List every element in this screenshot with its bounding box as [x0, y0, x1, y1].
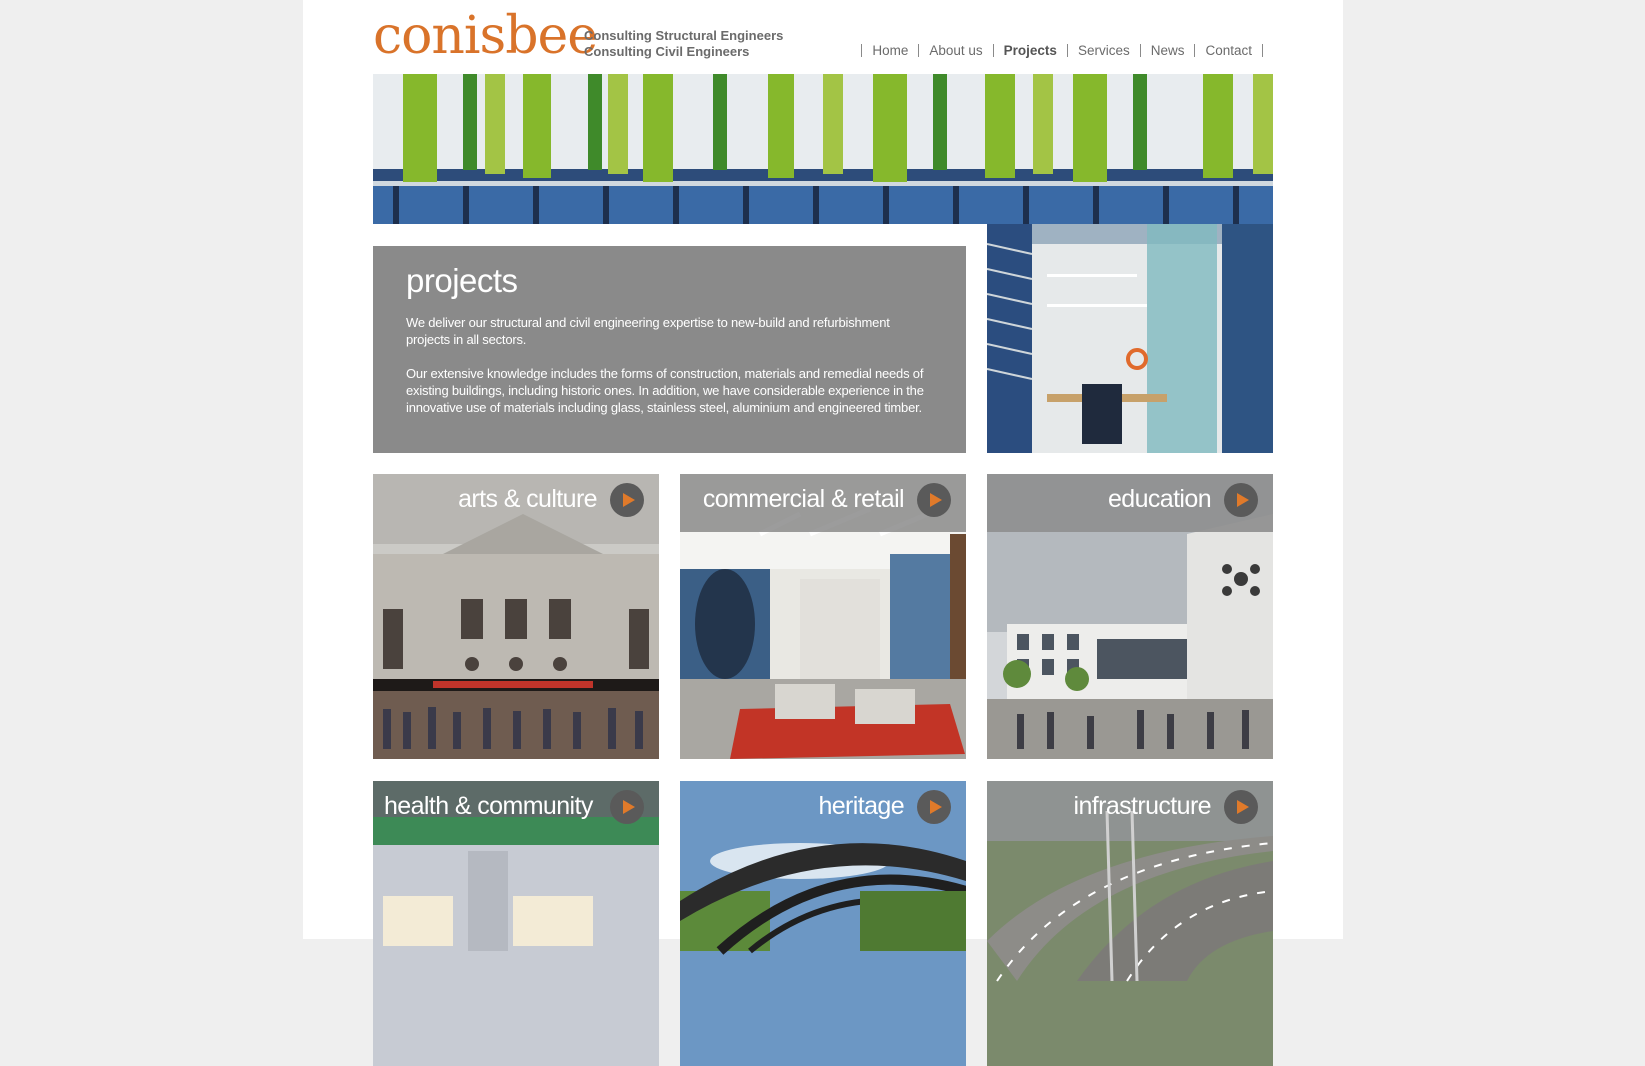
tile-label: education	[1107, 485, 1212, 513]
page-title: projects	[406, 262, 518, 299]
page: conisbee Consulting Structural Engineers…	[303, 0, 1343, 1066]
tile-arts-culture[interactable]: arts & culture	[373, 474, 659, 759]
play-arrow-icon[interactable]	[917, 790, 951, 824]
play-arrow-icon[interactable]	[917, 483, 951, 517]
tile-label: health & community	[384, 792, 593, 820]
nav-news[interactable]: News	[1151, 43, 1185, 58]
nav-divider	[1139, 44, 1141, 57]
nav-divider	[918, 44, 920, 57]
play-arrow-icon[interactable]	[610, 483, 644, 517]
tagline-structural: Consulting Structural Engineers	[584, 28, 784, 43]
tile-heritage[interactable]: heritage	[680, 781, 966, 1066]
main-nav: Home About us Projects Services News Con…	[851, 43, 1273, 58]
nav-divider	[1194, 44, 1196, 57]
tile-commercial-retail[interactable]: commercial & retail	[680, 474, 966, 759]
nav-about-us[interactable]: About us	[929, 43, 982, 58]
facade-fins-graphic	[373, 74, 1273, 224]
tile-health-community[interactable]: health & community	[373, 781, 659, 1066]
nav-contact[interactable]: Contact	[1205, 43, 1252, 58]
tile-label: arts & culture	[458, 485, 597, 513]
conisbee-logo[interactable]: conisbee	[373, 6, 598, 66]
nav-home[interactable]: Home	[872, 43, 908, 58]
tile-label: heritage	[818, 792, 904, 820]
tile-label: infrastructure	[1073, 792, 1212, 820]
intro-paragraph-2: Our extensive knowledge includes the for…	[406, 366, 924, 415]
tile-education[interactable]: education	[987, 474, 1273, 759]
play-arrow-icon[interactable]	[1224, 483, 1258, 517]
tile-infrastructure[interactable]: infrastructure	[987, 781, 1273, 1066]
play-arrow-icon[interactable]	[1224, 790, 1258, 824]
tagline-civil: Consulting Civil Engineers	[584, 44, 750, 59]
tagline: Consulting Structural Engineers Consulti…	[584, 28, 783, 60]
nav-services[interactable]: Services	[1078, 43, 1130, 58]
nav-divider	[861, 44, 863, 57]
nav-projects[interactable]: Projects	[1004, 43, 1057, 58]
nav-divider	[1262, 44, 1263, 57]
office-interior-graphic	[987, 224, 1273, 453]
intro-paragraph-1: We deliver our structural and civil engi…	[406, 315, 890, 347]
play-arrow-icon[interactable]	[610, 790, 644, 824]
tile-label: commercial & retail	[702, 485, 905, 513]
intro-panel: projects We deliver our structural and c…	[373, 246, 966, 453]
nav-divider	[1066, 44, 1068, 57]
nav-divider	[992, 44, 994, 57]
